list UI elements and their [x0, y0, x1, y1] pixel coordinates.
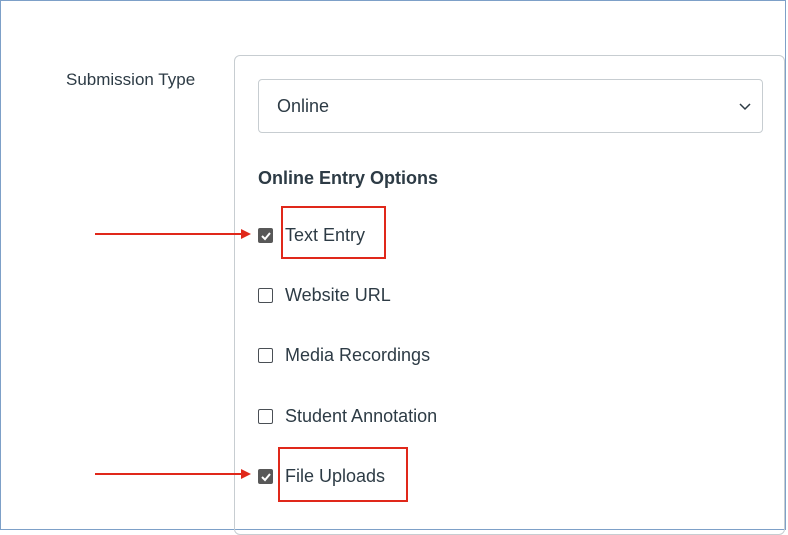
option-label: Student Annotation — [285, 405, 438, 426]
option-student-annotation[interactable]: Student Annotation — [258, 403, 437, 429]
chevron-down-icon — [739, 103, 751, 111]
submission-type-label: Submission Type — [66, 70, 196, 89]
option-label: Media Recordings — [285, 344, 431, 365]
submission-type-value: Online — [277, 95, 330, 116]
option-label: Website URL — [285, 284, 391, 305]
option-website-url[interactable]: Website URL — [258, 282, 391, 308]
checkbox-checked-icon[interactable] — [258, 227, 273, 243]
checkbox-empty-icon[interactable] — [258, 408, 273, 424]
checkbox-empty-icon[interactable] — [258, 287, 273, 303]
option-media-recordings[interactable]: Media Recordings — [258, 342, 430, 368]
highlight-box-text-entry — [281, 206, 386, 259]
checkbox-empty-icon[interactable] — [258, 347, 273, 363]
arrow-right-icon — [95, 229, 251, 239]
arrow-right-icon — [95, 469, 251, 479]
checkbox-checked-icon[interactable] — [258, 468, 273, 484]
highlight-box-file-uploads — [278, 447, 408, 502]
submission-type-select[interactable]: Online — [258, 79, 763, 133]
online-entry-options-heading: Online Entry Options — [258, 168, 439, 188]
